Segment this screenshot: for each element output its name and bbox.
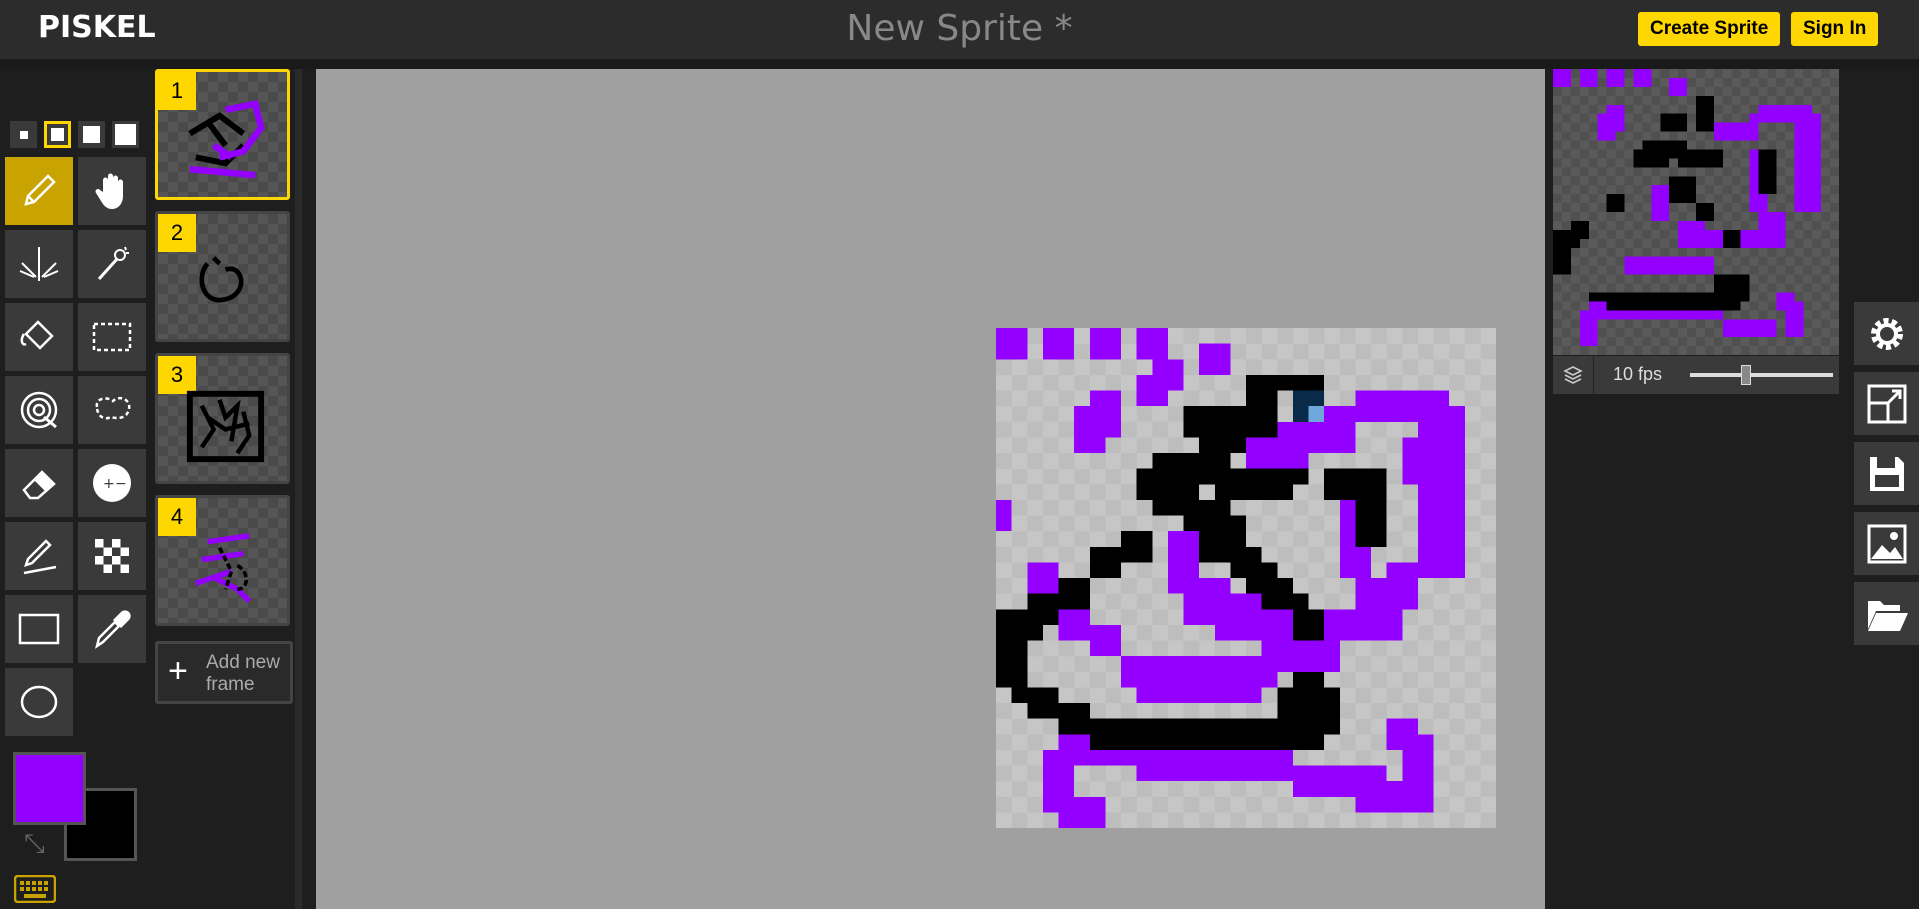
pencil-icon [24, 174, 56, 206]
frame-thumbnail [186, 390, 265, 463]
open-folder-icon [1867, 600, 1908, 631]
stroke-icon [23, 539, 57, 575]
drawing-stage[interactable] [316, 69, 1545, 909]
settings-button[interactable] [1854, 302, 1919, 365]
frame-thumbnail [199, 256, 244, 303]
hand-icon [95, 173, 123, 209]
vertical-mirror-pen-tool[interactable] [5, 230, 73, 298]
frame-1[interactable]: 1 [155, 69, 290, 200]
shape-selection-tool[interactable] [5, 376, 73, 444]
sign-in-button[interactable]: Sign In [1791, 12, 1879, 46]
top-bar: PISKEL New Sprite * Create Sprite Sign I… [0, 0, 1919, 59]
resize-icon [1867, 384, 1906, 423]
mirror-pen-icon [19, 247, 59, 281]
create-sprite-button[interactable]: Create Sprite [1638, 12, 1781, 46]
frames-scrollbar[interactable] [295, 69, 302, 909]
add-frame-label: Add new frame [206, 652, 280, 695]
fps-slider-thumb[interactable] [1741, 365, 1751, 385]
primary-color[interactable] [13, 752, 86, 825]
circle-icon [20, 685, 58, 719]
divider [0, 59, 1919, 69]
frame-thumbnail [194, 533, 252, 604]
eraser-icon [22, 470, 56, 500]
save-button[interactable] [1854, 442, 1919, 505]
keyboard-icon[interactable] [14, 875, 56, 903]
rectangle-selection-tool[interactable] [78, 303, 146, 371]
layers-icon [1563, 366, 1583, 384]
lighten-icon: + − [93, 464, 131, 502]
magic-wand-icon [97, 246, 129, 281]
eraser-tool[interactable] [5, 449, 73, 517]
pen-tool[interactable] [5, 157, 73, 225]
paint-bucket-tool[interactable] [5, 303, 73, 371]
circle-tool[interactable] [5, 668, 73, 736]
rectangle-icon [18, 613, 60, 645]
sprite-canvas[interactable] [996, 328, 1496, 828]
lasso-icon [95, 397, 131, 420]
rectangle-tool[interactable] [5, 595, 73, 663]
sprite-title[interactable]: New Sprite * [0, 8, 1919, 49]
pen-size-1[interactable] [10, 121, 37, 148]
dithering-tool[interactable] [78, 522, 146, 590]
add-frame-button[interactable]: + Add new frame [155, 641, 293, 704]
image-export-icon [1867, 524, 1906, 563]
svg-text:+: + [103, 476, 115, 492]
shape-select-icon [20, 391, 58, 429]
swap-colors-icon[interactable]: ⤡ [24, 828, 45, 860]
pen-size-2[interactable] [44, 121, 71, 148]
frame-2[interactable]: 2 [155, 211, 290, 342]
fps-slider-track[interactable] [1690, 373, 1833, 377]
rectangle-select-icon [92, 322, 132, 352]
frame-4[interactable]: 4 [155, 495, 290, 626]
svg-text:−: − [115, 476, 127, 492]
pen-size-4[interactable] [112, 121, 139, 148]
eyedropper-icon [95, 610, 131, 649]
magic-wand-tool[interactable] [78, 230, 146, 298]
preview-controls: 10 fps [1553, 356, 1839, 394]
pen-size-3[interactable] [78, 121, 105, 148]
frame-thumbnail [188, 100, 265, 179]
stroke-tool[interactable] [5, 522, 73, 590]
save-icon [1869, 456, 1904, 491]
animation-preview[interactable] [1553, 69, 1839, 355]
open-button[interactable] [1854, 582, 1919, 645]
gear-icon [1870, 317, 1903, 350]
fps-label: 10 fps [1613, 364, 1663, 384]
export-button[interactable] [1854, 512, 1919, 575]
resize-button[interactable] [1854, 372, 1919, 435]
layers-toggle-button[interactable] [1553, 356, 1594, 394]
frame-3[interactable]: 3 [155, 353, 290, 484]
lighten-darken-tool[interactable]: + − [78, 449, 146, 517]
paint-bucket-icon [20, 320, 54, 350]
color-picker-tool[interactable] [78, 595, 146, 663]
checkerboard-icon [95, 539, 129, 573]
plus-icon: + [168, 652, 188, 690]
move-tool[interactable] [78, 157, 146, 225]
lasso-selection-tool[interactable] [78, 376, 146, 444]
